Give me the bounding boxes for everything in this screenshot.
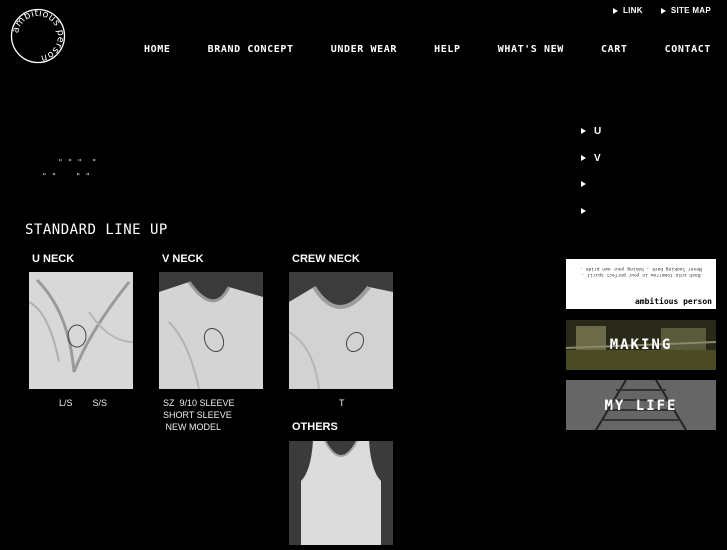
main-nav: HOME BRAND CONCEPT UNDER WEAR HELP WHAT'… [144, 44, 711, 55]
side-menu-item-u[interactable]: U [581, 126, 601, 153]
banner-my-life-text: MY LIFE [604, 398, 677, 414]
nav-contact[interactable]: CONTACT [665, 44, 711, 55]
nav-help[interactable]: HELP [434, 44, 460, 55]
product-title-v-neck: V NECK [162, 253, 204, 265]
logo-circle-icon: ambitious person [10, 8, 66, 64]
product-thumb-u-neck[interactable] [28, 272, 134, 389]
product-thumb-crew-neck[interactable] [288, 272, 393, 390]
triangle-right-icon [581, 154, 586, 161]
product-title-u-neck: U NECK [32, 253, 75, 265]
my-life-banner-graphic: MY LIFE [566, 379, 716, 431]
product-caption-crew-neck: T [339, 398, 345, 408]
section-title: STANDARD LINE UP [25, 222, 168, 238]
product-thumb-others[interactable] [289, 440, 393, 545]
banner-brand-text: ambitious person [635, 296, 712, 306]
product-title-others: OTHERS [292, 421, 338, 433]
making-banner-graphic: MAKING [565, 320, 717, 370]
banner-my-life[interactable]: MY LIFE [566, 379, 716, 431]
brand-logo[interactable]: ambitious person [10, 8, 66, 64]
banner-making[interactable]: MAKING [565, 320, 717, 370]
link-link[interactable]: LINK [612, 6, 643, 15]
tank-top-icon [289, 440, 393, 545]
nav-home[interactable]: HOME [144, 44, 170, 55]
intro-line-1: " " " " [58, 158, 97, 167]
triangle-right-icon [581, 181, 586, 188]
logo-text: ambitious person [10, 8, 66, 64]
triangle-right-icon [660, 7, 666, 14]
nav-under-wear[interactable]: UNDER WEAR [331, 44, 397, 55]
nav-brand-concept[interactable]: BRAND CONCEPT [208, 44, 294, 55]
crew-neck-tshirt-icon [288, 272, 393, 390]
product-caption-v-neck: SZ 9/10 SLEEVE SHORT SLEEVE NEW MODEL [163, 398, 235, 432]
triangle-right-icon [581, 207, 586, 214]
intro-line-2: " " " " [42, 172, 91, 181]
svg-text:Never looking back , having yo: Never looking back , having your own pri… [580, 266, 702, 272]
triangle-right-icon [612, 7, 618, 14]
ambitious-person-banner-graphic: Never looking back , having your own pri… [566, 259, 716, 309]
side-menu-item-v[interactable]: V [581, 153, 601, 180]
triangle-right-icon [581, 128, 586, 134]
side-menu-item-3[interactable] [581, 179, 601, 206]
product-title-crew-neck: CREW NECK [292, 253, 360, 265]
side-menu-item-4[interactable] [581, 206, 601, 233]
v-neck-tshirt-icon [159, 272, 263, 390]
banner-making-text: MAKING [610, 337, 673, 353]
banner-ambitious-person[interactable]: Never looking back , having your own pri… [566, 259, 716, 309]
svg-text:Dash into tomorrow in your per: Dash into tomorrow in your perfect spiri… [582, 272, 701, 278]
site-map-link[interactable]: SITE MAP [660, 6, 711, 15]
svg-text:ambitious person: ambitious person [10, 8, 66, 64]
nav-whats-new[interactable]: WHAT'S NEW [498, 44, 564, 55]
top-links: LINK SITE MAP [612, 6, 711, 15]
side-menu: U V [581, 126, 601, 232]
u-neck-tshirt-icon [28, 272, 134, 389]
product-thumb-v-neck[interactable] [159, 272, 263, 390]
nav-cart[interactable]: CART [601, 44, 627, 55]
product-caption-u-neck: L/S S/S [59, 398, 108, 408]
